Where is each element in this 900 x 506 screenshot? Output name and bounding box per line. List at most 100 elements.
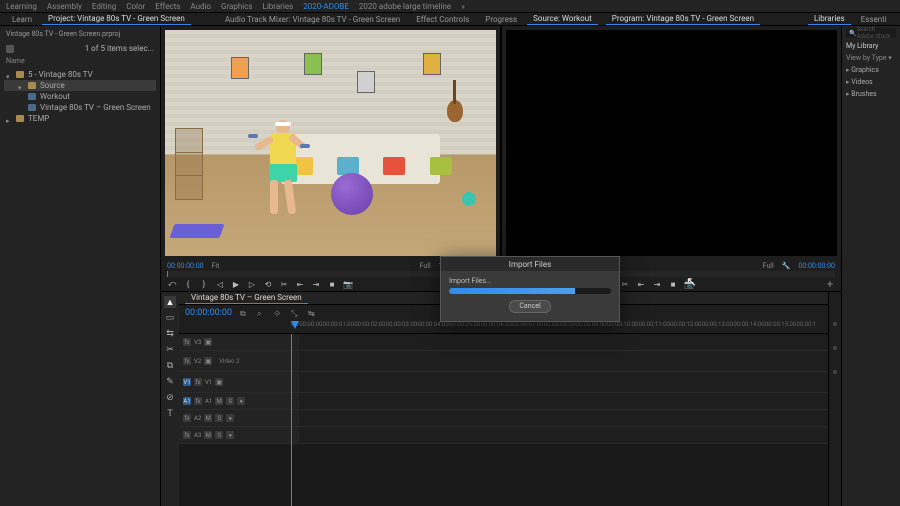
- ws-libraries[interactable]: Libraries: [263, 2, 294, 11]
- selection-tool[interactable]: ▲: [164, 296, 176, 308]
- tab-essential[interactable]: Essenti: [855, 14, 893, 25]
- bin-row[interactable]: TEMP: [4, 113, 156, 124]
- track-toggle[interactable]: fx: [183, 338, 191, 346]
- library-section-brushes[interactable]: Brushes: [842, 88, 900, 100]
- source-fit[interactable]: Fit: [212, 262, 220, 270]
- library-view-dropdown[interactable]: View by Type ▾: [842, 52, 900, 64]
- library-section-graphics[interactable]: Graphics: [842, 64, 900, 76]
- track-header[interactable]: V1fxV1▣: [179, 372, 299, 392]
- library-title[interactable]: My Library: [842, 40, 900, 52]
- out-bracket-button[interactable]: }: [199, 279, 209, 289]
- track-lane[interactable]: [299, 393, 828, 409]
- tab-libraries[interactable]: Libraries: [808, 13, 851, 25]
- add-transport-button[interactable]: +: [825, 279, 835, 289]
- play-button[interactable]: ▶: [231, 279, 241, 289]
- bin-row[interactable]: Source: [4, 80, 156, 91]
- timeline-ruler[interactable]: 00:00:00:00 00:00:01:00 00:00:02:00 00:0…: [179, 321, 828, 334]
- in-bracket-button[interactable]: {: [183, 279, 193, 289]
- track-header[interactable]: fxV3▣: [179, 334, 299, 350]
- linked-sel-icon[interactable]: ⌕: [257, 309, 266, 318]
- track-header[interactable]: A1fxA1MS●: [179, 393, 299, 409]
- tab-program[interactable]: Program: Vintage 80s TV - Green Screen: [606, 13, 760, 25]
- track-lane[interactable]: [299, 372, 828, 392]
- track-lane[interactable]: [299, 334, 828, 350]
- hand-tool[interactable]: ⊘: [164, 392, 176, 404]
- ws-learning[interactable]: Learning: [6, 2, 37, 11]
- stop-button[interactable]: ■: [327, 279, 337, 289]
- type-tool[interactable]: T: [164, 408, 176, 420]
- overwrite-button[interactable]: ⇤: [295, 279, 305, 289]
- track-lane[interactable]: [299, 351, 828, 371]
- tab-project[interactable]: Project: Vintage 80s TV - Green Screen: [42, 13, 191, 25]
- solo-toggle[interactable]: S: [215, 431, 223, 439]
- track-lane[interactable]: [299, 410, 828, 426]
- ws-editing[interactable]: Editing: [92, 2, 116, 11]
- pen-tool[interactable]: ✎: [164, 376, 176, 388]
- cancel-button[interactable]: Cancel: [509, 300, 551, 313]
- track-header[interactable]: fxA3MS●: [179, 427, 299, 443]
- step-fwd-button[interactable]: ▷: [247, 279, 257, 289]
- mute-toggle[interactable]: M: [204, 414, 212, 422]
- ripple-tool[interactable]: ⇆: [164, 328, 176, 340]
- record-toggle[interactable]: ●: [237, 397, 245, 405]
- column-header-name[interactable]: Name: [0, 55, 160, 67]
- ws-color[interactable]: Color: [126, 2, 145, 11]
- tab-progress[interactable]: Progress: [479, 14, 523, 25]
- tab-learn[interactable]: Learn: [6, 14, 38, 25]
- record-toggle[interactable]: ●: [226, 431, 234, 439]
- bin-row[interactable]: 5 - Vintage 80s TV: [4, 69, 156, 80]
- library-search-input[interactable]: 🔍 Search Adobe Stock: [846, 28, 896, 38]
- track-toggle[interactable]: fx: [194, 378, 202, 386]
- export-frame-button[interactable]: ⇥: [311, 279, 321, 289]
- insert-button[interactable]: ✂: [279, 279, 289, 289]
- clip-row[interactable]: Workout: [4, 91, 156, 102]
- bin-icon[interactable]: [6, 45, 14, 53]
- record-toggle[interactable]: ●: [226, 414, 234, 422]
- loop-button[interactable]: ⟲: [263, 279, 273, 289]
- track-header[interactable]: fxA2MS●: [179, 410, 299, 426]
- library-section-videos[interactable]: Videos: [842, 76, 900, 88]
- tab-audio-mixer[interactable]: Audio Track Mixer: Vintage 80s TV - Gree…: [219, 14, 406, 25]
- solo-toggle[interactable]: S: [215, 414, 223, 422]
- track-header[interactable]: fxV2▣Video 2: [179, 351, 299, 371]
- settings-icon[interactable]: ⤡: [291, 309, 300, 318]
- export-frame-button[interactable]: ⇥: [652, 279, 662, 289]
- ws-graphics[interactable]: Graphics: [221, 2, 253, 11]
- program-viewport[interactable]: [506, 30, 837, 256]
- wrench-icon[interactable]: ↹: [308, 309, 317, 318]
- camera-button[interactable]: 📷: [343, 279, 353, 289]
- razor-tool[interactable]: ✂: [164, 344, 176, 356]
- solo-toggle[interactable]: S: [226, 397, 234, 405]
- disclosure-icon[interactable]: [6, 116, 12, 122]
- source-full[interactable]: Full: [420, 262, 431, 270]
- extract-button[interactable]: ⇤: [636, 279, 646, 289]
- mark-in-button[interactable]: ⤺: [167, 279, 177, 289]
- settings-icon[interactable]: 🔧: [782, 262, 791, 270]
- track-toggle[interactable]: fx: [183, 357, 191, 365]
- snap-icon[interactable]: ⧉: [240, 309, 249, 318]
- ws-effects[interactable]: Effects: [155, 2, 180, 11]
- ws-2020-large[interactable]: 2020 adobe large timeline: [359, 2, 451, 11]
- track-target-toggle[interactable]: A1: [183, 397, 191, 405]
- track-toggle[interactable]: fx: [183, 414, 191, 422]
- track-lane[interactable]: [299, 427, 828, 443]
- lift-button[interactable]: ✂: [620, 279, 630, 289]
- clip-row[interactable]: Vintage 80s TV – Green Screen: [4, 102, 156, 113]
- mute-toggle[interactable]: M: [215, 397, 223, 405]
- ws-overflow[interactable]: »: [461, 2, 465, 11]
- track-select-tool[interactable]: ▭: [164, 312, 176, 324]
- source-viewport[interactable]: [165, 30, 496, 256]
- disclosure-icon[interactable]: [18, 83, 24, 89]
- track-toggle[interactable]: fx: [194, 397, 202, 405]
- slip-tool[interactable]: ⧉: [164, 360, 176, 372]
- ws-audio[interactable]: Audio: [190, 2, 211, 11]
- step-back-button[interactable]: ◁: [215, 279, 225, 289]
- tab-source[interactable]: Source: Workout: [527, 13, 598, 25]
- disclosure-icon[interactable]: [6, 72, 12, 78]
- tab-effect-controls[interactable]: Effect Controls: [410, 14, 475, 25]
- track-output-toggle[interactable]: ▣: [204, 357, 212, 365]
- stop-button[interactable]: ■: [668, 279, 678, 289]
- source-timecode[interactable]: 00:00:00:00: [167, 262, 204, 270]
- ws-assembly[interactable]: Assembly: [47, 2, 82, 11]
- track-target-toggle[interactable]: V1: [183, 378, 191, 386]
